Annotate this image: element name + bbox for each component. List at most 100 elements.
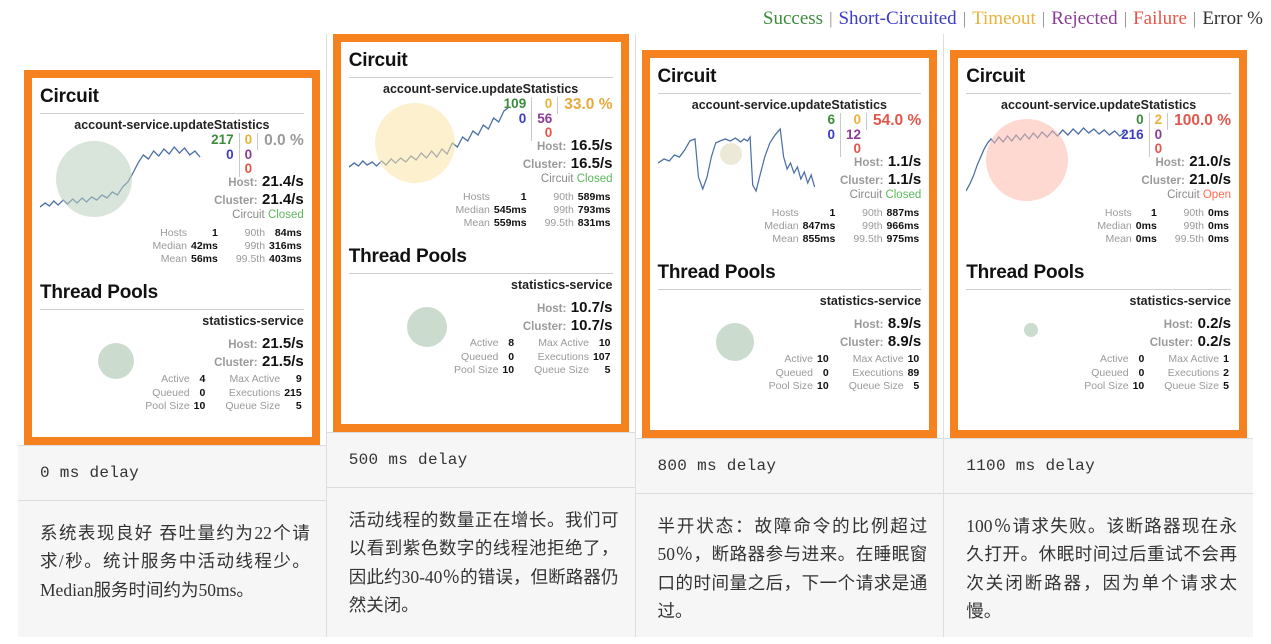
circuit-cluster-rate-label: Cluster: [522, 159, 567, 171]
hystrix-card: Circuit account-service.updateStatistics 2… [24, 70, 320, 445]
scenario-note: 活动线程的数量正在增长。我们可以看到紫色数字的线程池拒绝了，因此约30-40％的… [326, 488, 635, 638]
thread-pool-host-rate-value: 8.9/s [887, 315, 922, 333]
thread-pool-host-rate-value: 0.2/s [1197, 315, 1231, 333]
scenario-column-0: Circuit account-service.updateStatistics 2… [18, 34, 327, 638]
thread-pool-table-left: Active 8 Queued 0 Pool Size 10 [452, 337, 516, 376]
latency-stats: Hosts 1 Median 545ms Mean 559ms 90th 589ms 99th 7… [349, 191, 613, 230]
stat-value: 0 [822, 366, 829, 379]
stat-key: 90th [244, 227, 266, 239]
thread-pool-cluster-rate: Cluster: 21.5/s [214, 353, 304, 371]
stat-row: Hosts 1 [453, 191, 528, 204]
counter-success: 109 [503, 96, 527, 111]
stat-key: Active [1100, 353, 1129, 366]
stat-value: 10 [817, 353, 829, 366]
scenario-note: 半开状态：故障命令的比例超过50％，断路器参与进来。在睡眠窗口的时间量之后，下一… [635, 494, 944, 638]
circuit-status: Circuit Closed [232, 209, 304, 221]
latency-table-right: 90th 0ms 99th 0ms 99.5th 0ms [1173, 207, 1231, 246]
delay-label: 500 ms delay [326, 432, 635, 488]
thread-pool-cluster-rate: Cluster: 8.9/s [840, 333, 921, 351]
thread-pool-host-rate-label: Host: [854, 319, 884, 332]
circuit-body: 6 0 0 12 0 54.0 % Host: 1.1/s Cluster: 1.1/s Cir… [657, 112, 922, 205]
thread-pool-name: statistics-service [819, 294, 922, 309]
stat-value: 10 [502, 363, 515, 376]
stat-value: 855ms [802, 233, 836, 246]
circuit-cluster-rate-label: Cluster: [839, 175, 884, 187]
stat-value: 215 [284, 386, 302, 399]
stat-key: 99.5th [1174, 233, 1204, 246]
scenario-column-2: Circuit account-service.updateStatistics 6… [635, 34, 945, 638]
stat-value: 589ms [577, 191, 611, 203]
stat-row: Active 8 [452, 337, 516, 350]
legend-separator: | [829, 9, 833, 28]
counter-group-primary: 0 216 [1116, 112, 1149, 142]
thread-pool-table-left: Active 4 Queued 0 Pool Size 10 [143, 373, 207, 412]
stat-value: 887ms [886, 207, 920, 219]
circuit-cluster-rate: Cluster: 21.0/s [1141, 171, 1231, 189]
stat-value: 56ms [190, 253, 218, 266]
stat-row: Queued 0 [767, 367, 831, 380]
thread-pool-cluster-rate-value: 21.5/s [262, 353, 304, 371]
stat-row: 99th 966ms [851, 220, 921, 233]
thread-pool-body: Host: 10.7/s Cluster: 10.7/s Active 8 Queued… [349, 293, 613, 376]
latency-stats: Hosts 1 Median 0ms Mean 0ms 90th 0ms 99th 0ms 99.5… [966, 207, 1231, 246]
circuit-counters: 109 0 0 56 0 33.0 % [499, 96, 613, 141]
stat-row: 99.5th 975ms [851, 233, 921, 246]
circuit-status-label: Circuit [1167, 189, 1200, 201]
stat-row: Mean 0ms [1095, 233, 1158, 246]
circuit-counters: 0 216 2 0 0 100.0 % [1116, 112, 1231, 157]
stat-row: 90th 84ms [234, 227, 304, 240]
stat-row: Max Active 10 [532, 337, 612, 350]
stat-key: Mean [160, 253, 187, 266]
stat-row: Pool Size 10 [1082, 380, 1146, 393]
stat-row: Mean 56ms [151, 253, 220, 266]
stat-value: 4 [199, 373, 206, 386]
stat-key: Median [764, 220, 799, 233]
error-percent: 100.0 % [1167, 112, 1231, 130]
counter-timeout: 0 [244, 132, 253, 147]
circuit-cluster-rate-value: 21.0/s [1189, 171, 1231, 188]
delay-label: 800 ms delay [635, 438, 944, 494]
thread-pool-host-rate-label: Host: [1163, 319, 1194, 332]
thread-pool-stats: Active 8 Queued 0 Pool Size 10 Max Active 10 Exe… [349, 337, 613, 376]
circuit-section-title: Circuit [657, 64, 922, 94]
circuit-cluster-rate: Cluster: 21.4/s [214, 191, 304, 209]
stat-row: Queue Size 5 [1162, 380, 1231, 393]
thread-pool-table-left: Active 0 Queued 0 Pool Size 10 [1082, 353, 1146, 392]
stat-key: 90th [862, 207, 883, 219]
thread-pool-body: Host: 0.2/s Cluster: 0.2/s Active 0 Queued 0 P… [966, 309, 1231, 392]
stat-row: Active 0 [1082, 353, 1146, 366]
stat-row: Queue Size 5 [532, 364, 612, 377]
counter-short-circuited: 0 [226, 146, 234, 162]
stat-key: Max Active [538, 337, 589, 350]
legend-item-timeout: Timeout [972, 8, 1036, 29]
stat-value: 5 [604, 363, 611, 376]
counter-group-primary: 109 0 [499, 96, 532, 126]
stat-row: Active 4 [143, 373, 207, 386]
thread-pool-host-rate-value: 21.5/s [262, 335, 304, 353]
circuit-host-rate-label: Host: [228, 177, 258, 189]
stat-key: Hosts [1104, 207, 1132, 219]
stat-value: 0 [1138, 366, 1145, 379]
counter-group-secondary: 0 56 0 [531, 96, 557, 141]
stat-row: Hosts 1 [151, 227, 220, 240]
stat-key: Hosts [463, 191, 490, 203]
latency-table-left: Hosts 1 Median 545ms Mean 559ms [453, 191, 528, 230]
thread-pools-section-title: Thread Pools [966, 260, 1231, 291]
circuit-status-value: Closed [576, 173, 613, 185]
latency-table-right: 90th 887ms 99th 966ms 99.5th 975ms [851, 207, 921, 246]
hystrix-card-inner: Circuit account-service.updateStatistics 6… [649, 58, 930, 430]
stat-row: Max Active 9 [223, 373, 303, 386]
stat-key: 99th [244, 240, 266, 253]
stat-key: Queued [152, 386, 190, 399]
thread-pool-table-right: Max Active 10 Executions 107 Queue Size 5 [532, 337, 612, 376]
thread-pool-body: Host: 21.5/s Cluster: 21.5/s Active 4 Queued… [40, 329, 304, 412]
hystrix-card: Circuit account-service.updateStatistics 6… [641, 50, 938, 438]
thread-pool-host-rate-label: Host: [228, 339, 258, 352]
stat-value: 107 [592, 350, 611, 363]
stat-row: 99th 0ms [1173, 220, 1231, 233]
circuit-host-rate: Host: 21.4/s [228, 173, 304, 191]
stat-row: Median 0ms [1095, 220, 1158, 233]
stat-value: 0 [199, 386, 206, 399]
delay-label: 1100 ms delay [944, 438, 1253, 494]
circuit-host-rate-value: 1.1/s [887, 153, 922, 170]
